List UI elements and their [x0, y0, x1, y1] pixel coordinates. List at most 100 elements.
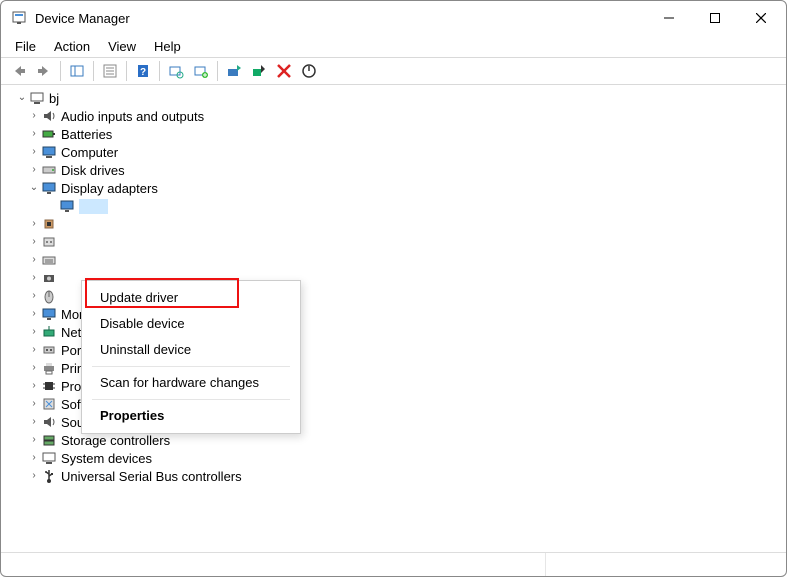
tree-node-usb[interactable]: › Universal Serial Bus controllers	[15, 467, 786, 485]
tree-node-label: Computer	[61, 145, 118, 160]
maximize-button[interactable]	[692, 2, 738, 34]
toolbar-separator	[93, 61, 94, 81]
ctx-uninstall-device[interactable]: Uninstall device	[82, 337, 300, 363]
forward-button[interactable]	[32, 59, 56, 83]
svg-text:?: ?	[140, 67, 146, 78]
enable-device-button[interactable]	[297, 59, 321, 83]
collapse-arrow-icon[interactable]: ›	[27, 255, 41, 265]
tree-node-disks[interactable]: › Disk drives	[15, 161, 786, 179]
update-driver-button[interactable]	[222, 59, 246, 83]
uninstall-device-button[interactable]	[272, 59, 296, 83]
port-icon	[41, 342, 57, 358]
collapse-arrow-icon[interactable]: ›	[27, 237, 41, 247]
window-controls	[646, 2, 784, 34]
expand-arrow-icon[interactable]: ⌄	[27, 183, 41, 193]
tree-node-hidden[interactable]: ›	[15, 215, 786, 233]
add-legacy-hardware-button[interactable]	[189, 59, 213, 83]
ctx-properties[interactable]: Properties	[82, 403, 300, 429]
properties-button[interactable]	[98, 59, 122, 83]
tree-node-label: Batteries	[61, 127, 112, 142]
tree-node-label: Display adapters	[61, 181, 158, 196]
software-icon	[41, 396, 57, 412]
tree-node-system[interactable]: › System devices	[15, 449, 786, 467]
collapse-arrow-icon[interactable]: ›	[27, 453, 41, 463]
help-button[interactable]: ?	[131, 59, 155, 83]
disk-icon	[41, 162, 57, 178]
toolbar: ?	[1, 57, 786, 85]
expand-arrow-icon[interactable]: ⌄	[15, 93, 29, 103]
speaker-icon	[41, 414, 57, 430]
collapse-arrow-icon[interactable]: ›	[27, 435, 41, 445]
monitor-icon	[41, 306, 57, 322]
camera-icon	[41, 270, 57, 286]
usb-icon	[41, 468, 57, 484]
device-tree[interactable]: ⌄ bj › Audio inputs and outputs › Batter…	[1, 85, 786, 552]
computer-icon	[29, 90, 45, 106]
scan-hardware-button[interactable]	[164, 59, 188, 83]
tree-node-audio[interactable]: › Audio inputs and outputs	[15, 107, 786, 125]
collapse-arrow-icon[interactable]: ›	[27, 327, 41, 337]
collapse-arrow-icon[interactable]: ›	[27, 417, 41, 427]
statusbar-cell	[546, 553, 786, 576]
tree-node-hidden[interactable]: ›	[15, 251, 786, 269]
toolbar-separator	[126, 61, 127, 81]
tree-node-display-adapter-child[interactable]: ›	[15, 197, 786, 215]
statusbar-cell	[1, 553, 546, 576]
collapse-arrow-icon[interactable]: ›	[27, 219, 41, 229]
app-icon	[11, 10, 27, 26]
ctx-scan-hardware[interactable]: Scan for hardware changes	[82, 370, 300, 396]
show-hide-console-tree-button[interactable]	[65, 59, 89, 83]
system-icon	[41, 450, 57, 466]
tree-node-display-adapters[interactable]: ⌄ Display adapters	[15, 179, 786, 197]
minimize-button[interactable]	[646, 2, 692, 34]
collapse-arrow-icon[interactable]: ›	[27, 309, 41, 319]
mouse-icon	[41, 288, 57, 304]
collapse-arrow-icon[interactable]: ›	[27, 129, 41, 139]
storage-icon	[41, 432, 57, 448]
menubar: File Action View Help	[1, 35, 786, 57]
ctx-separator	[92, 366, 290, 367]
toolbar-separator	[60, 61, 61, 81]
battery-icon	[41, 126, 57, 142]
selected-device-label	[79, 199, 108, 214]
collapse-arrow-icon[interactable]: ›	[27, 363, 41, 373]
ctx-update-driver[interactable]: Update driver	[82, 285, 300, 311]
collapse-arrow-icon[interactable]: ›	[27, 291, 41, 301]
context-menu: Update driver Disable device Uninstall d…	[81, 280, 301, 434]
tree-root-label: bj	[49, 91, 59, 106]
ctx-disable-device[interactable]: Disable device	[82, 311, 300, 337]
collapse-arrow-icon[interactable]: ›	[27, 273, 41, 283]
ctx-separator	[92, 399, 290, 400]
display-icon	[59, 198, 75, 214]
collapse-arrow-icon[interactable]: ›	[27, 165, 41, 175]
close-button[interactable]	[738, 2, 784, 34]
toolbar-separator	[217, 61, 218, 81]
tree-node-computer[interactable]: › Computer	[15, 143, 786, 161]
printer-icon	[41, 360, 57, 376]
tree-node-hidden[interactable]: ›	[15, 233, 786, 251]
menu-file[interactable]: File	[7, 37, 44, 56]
statusbar	[1, 552, 786, 576]
titlebar: Device Manager	[1, 1, 786, 35]
window-title: Device Manager	[35, 11, 646, 26]
window: Device Manager File Action View Help	[0, 0, 787, 577]
menu-help[interactable]: Help	[146, 37, 189, 56]
tree-node-label: Universal Serial Bus controllers	[61, 469, 242, 484]
speaker-icon	[41, 108, 57, 124]
tree-node-batteries[interactable]: › Batteries	[15, 125, 786, 143]
disable-device-button[interactable]	[247, 59, 271, 83]
toolbar-separator	[159, 61, 160, 81]
collapse-arrow-icon[interactable]: ›	[27, 111, 41, 121]
collapse-arrow-icon[interactable]: ›	[27, 471, 41, 481]
back-button[interactable]	[7, 59, 31, 83]
menu-view[interactable]: View	[100, 37, 144, 56]
collapse-arrow-icon[interactable]: ›	[27, 345, 41, 355]
collapse-arrow-icon[interactable]: ›	[27, 381, 41, 391]
menu-action[interactable]: Action	[46, 37, 98, 56]
collapse-arrow-icon[interactable]: ›	[27, 399, 41, 409]
tree-node-label: Storage controllers	[61, 433, 170, 448]
tree-root[interactable]: ⌄ bj	[15, 89, 786, 107]
tree-node-label: Disk drives	[61, 163, 125, 178]
network-icon	[41, 324, 57, 340]
collapse-arrow-icon[interactable]: ›	[27, 147, 41, 157]
